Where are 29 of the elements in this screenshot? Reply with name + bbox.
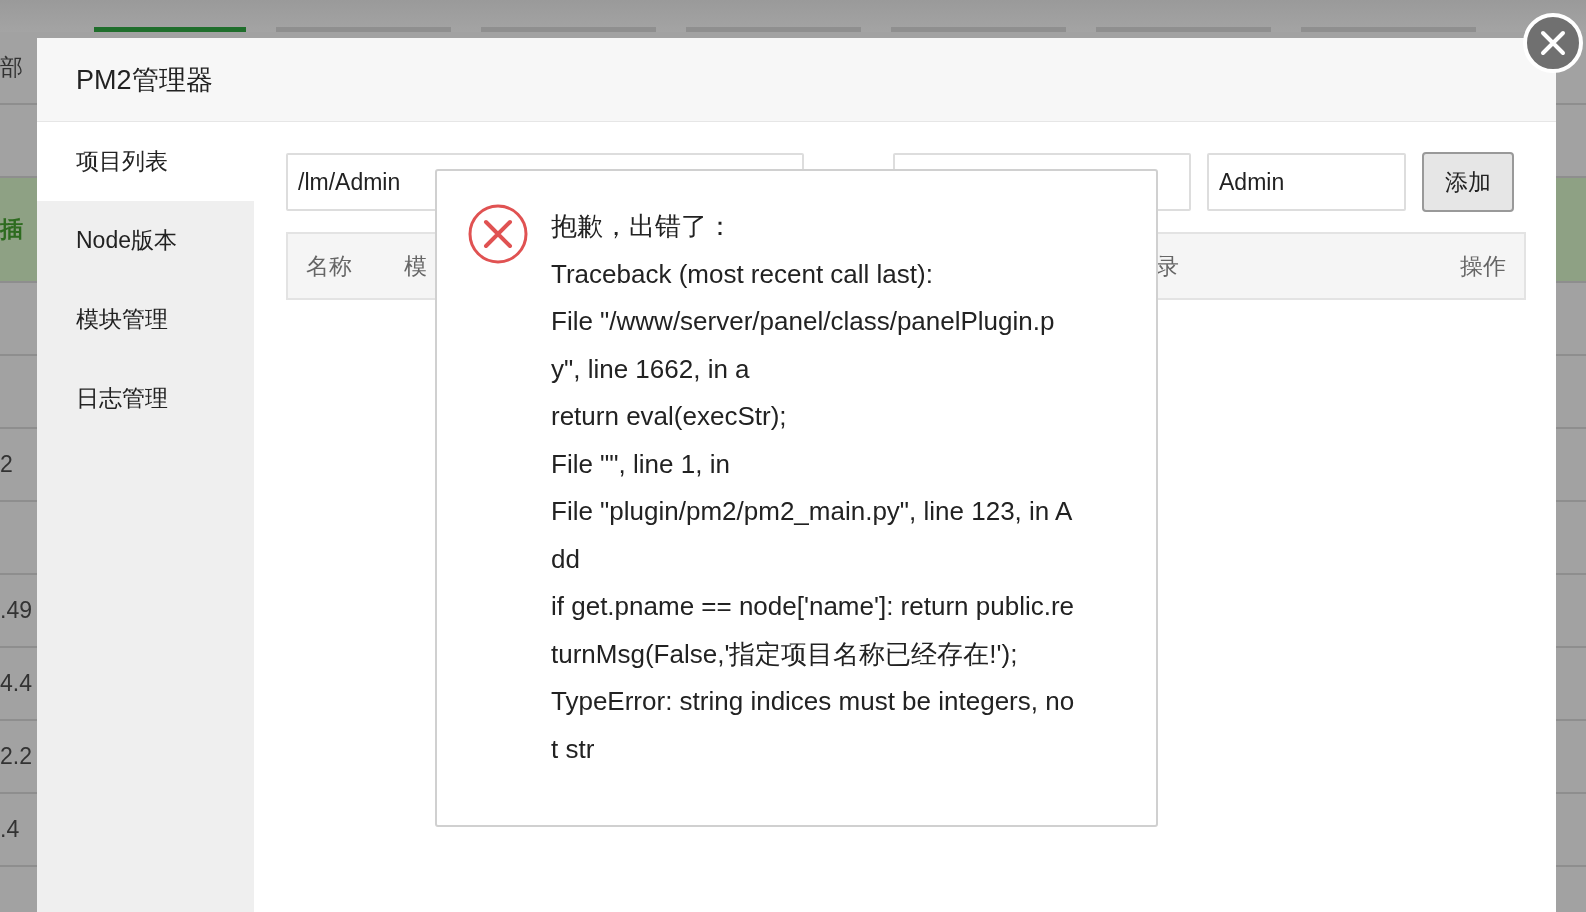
column-header: 模 — [404, 251, 427, 281]
column-header: 操作 — [1460, 251, 1506, 281]
error-line: t str — [551, 732, 596, 766]
row-text: 插 — [0, 215, 23, 244]
error-line: TypeError: string indices must be integers, no — [551, 685, 1075, 718]
error-icon — [467, 203, 529, 265]
row-text: 4.4 — [0, 670, 32, 697]
error-line: File "", line 1, in — [551, 447, 731, 481]
column-header: 名称 — [306, 251, 352, 281]
error-line: File "plugin/pm2/pm2_main.py", line 123, in A — [551, 495, 1074, 528]
error-line: File "/www/server/panel/class/panelPlugin.p — [551, 305, 1056, 338]
error-line: dd — [551, 542, 581, 576]
row-text: .4 — [0, 816, 20, 843]
close-icon — [1540, 30, 1566, 56]
error-line: if get.pname == node['name']: return public.re — [551, 590, 1075, 623]
dialog-title: PM2管理器 — [76, 63, 213, 97]
row-text: .49 — [0, 597, 32, 624]
error-line: Traceback (most recent call last): — [551, 257, 934, 291]
column-header: 录 — [1156, 251, 1179, 281]
row-text: 部 — [0, 53, 23, 82]
error-line: y", line 1662, in a — [551, 352, 751, 386]
add-button[interactable]: 添加 — [1422, 152, 1514, 212]
row-text: 2 — [0, 451, 13, 478]
error-line: return eval(execStr); — [551, 400, 788, 433]
error-title: 抱歉，出错了： — [551, 210, 734, 243]
user-field[interactable]: Admin — [1207, 153, 1406, 211]
row-text: 2.2 — [0, 743, 32, 770]
error-line: turnMsg(False,'指定项目名称已经存在!'); — [551, 637, 1019, 671]
sidebar-item[interactable]: 项目列表 — [37, 122, 254, 201]
